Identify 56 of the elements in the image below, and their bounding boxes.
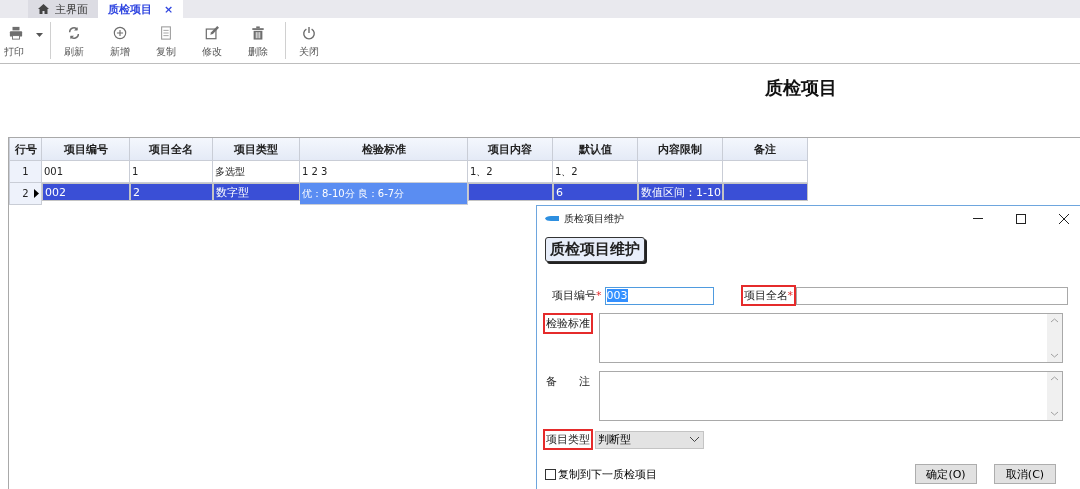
- trash-icon: [250, 26, 266, 40]
- table-cell: 2: [130, 183, 213, 201]
- toolbar-button[interactable]: 新增: [97, 22, 143, 59]
- window-title: 质检项目维护: [564, 211, 624, 226]
- column-header[interactable]: 检验标准: [300, 138, 468, 161]
- printer-icon: [8, 26, 24, 40]
- maximize-icon[interactable]: [1016, 213, 1026, 224]
- table-cell: 数字型: [213, 183, 300, 201]
- input-field[interactable]: [796, 286, 1068, 305]
- column-header[interactable]: 项目编号: [42, 138, 130, 161]
- refresh-icon: [66, 26, 82, 40]
- field-label: 项目类型: [543, 429, 593, 450]
- column-header[interactable]: 内容限制: [638, 138, 723, 161]
- toolbar-button[interactable]: 关闭: [286, 22, 332, 59]
- column-header[interactable]: 备注: [723, 138, 808, 161]
- copy-checkbox[interactable]: 复制到下一质检项目: [545, 466, 657, 482]
- field-label: 检验标准: [543, 313, 593, 334]
- text-area[interactable]: [599, 371, 1063, 421]
- table-cell: 优：8-10分 良：6-7分: [300, 183, 468, 205]
- row-number: 1: [10, 161, 42, 183]
- home-icon: [38, 4, 49, 14]
- toolbar-button[interactable]: 修改: [189, 22, 235, 59]
- toolbar-button[interactable]: 删除: [235, 22, 281, 59]
- add-icon: [112, 26, 128, 40]
- type-dropdown[interactable]: 判断型: [595, 430, 704, 449]
- document-icon: [158, 26, 174, 40]
- row-pointer-icon: [34, 189, 39, 198]
- toolbar-button[interactable]: 刷新: [51, 22, 97, 59]
- edit-icon: [204, 26, 220, 40]
- toolbar-button[interactable]: 复制: [143, 22, 189, 59]
- power-icon: [301, 26, 317, 40]
- page-title: 质检项目: [765, 77, 837, 98]
- column-header[interactable]: 行号: [10, 138, 42, 161]
- table-cell: 数值区间：1-10: [638, 183, 723, 201]
- column-header[interactable]: 项目全名: [130, 138, 213, 161]
- table-cell: 002: [42, 183, 130, 201]
- field-label: 项目全名*: [740, 285, 796, 306]
- field-label: 项目编号*: [551, 288, 603, 304]
- text-area[interactable]: [599, 313, 1063, 363]
- tab[interactable]: 质检项目 ×: [98, 0, 184, 18]
- row-number: 2: [10, 183, 42, 205]
- column-header[interactable]: 默认值: [553, 138, 638, 161]
- column-header[interactable]: 项目内容: [468, 138, 553, 161]
- dialog-button[interactable]: 取消(C): [994, 464, 1056, 484]
- table-cell: 6: [553, 183, 638, 201]
- tab[interactable]: 主界面: [28, 0, 98, 18]
- toolbar-button[interactable]: 打印: [2, 22, 46, 59]
- column-header[interactable]: 项目类型: [213, 138, 300, 161]
- dialog-button[interactable]: 确定(O): [915, 464, 977, 484]
- close-icon[interactable]: ×: [164, 2, 174, 16]
- caret-icon[interactable]: [36, 33, 43, 37]
- close-icon[interactable]: [1059, 213, 1069, 224]
- field-label: 备 注: [545, 374, 591, 390]
- pen-icon: [545, 216, 559, 221]
- chevron-icon[interactable]: [690, 437, 699, 442]
- form-heading: 质检项目维护: [545, 237, 645, 262]
